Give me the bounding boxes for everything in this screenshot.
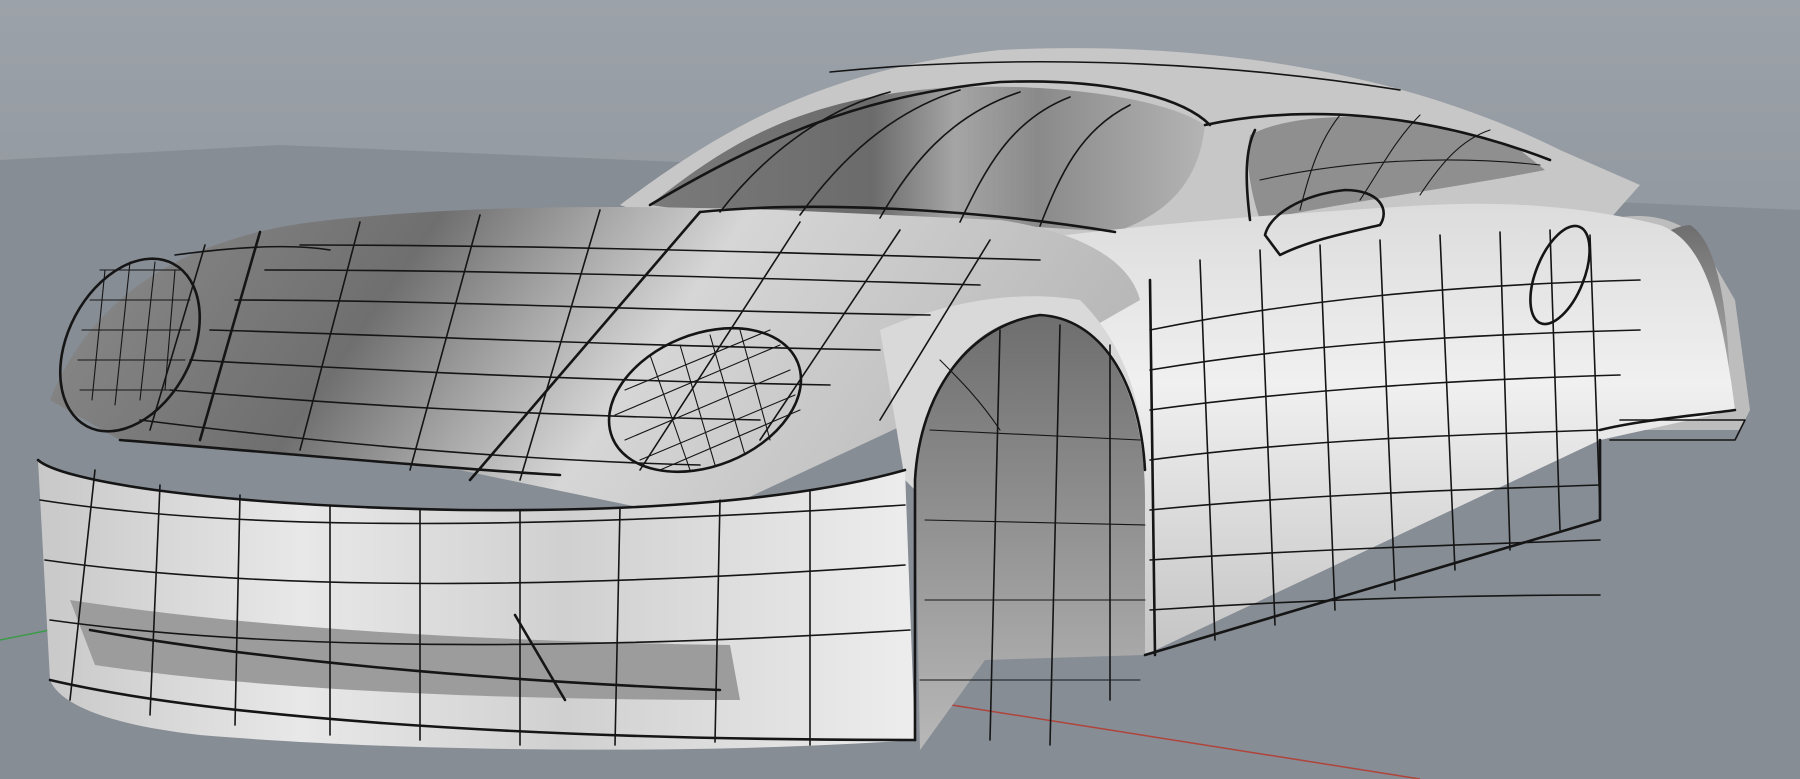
viewport-canvas[interactable]	[0, 0, 1800, 779]
perspective-viewport[interactable]	[0, 0, 1800, 779]
